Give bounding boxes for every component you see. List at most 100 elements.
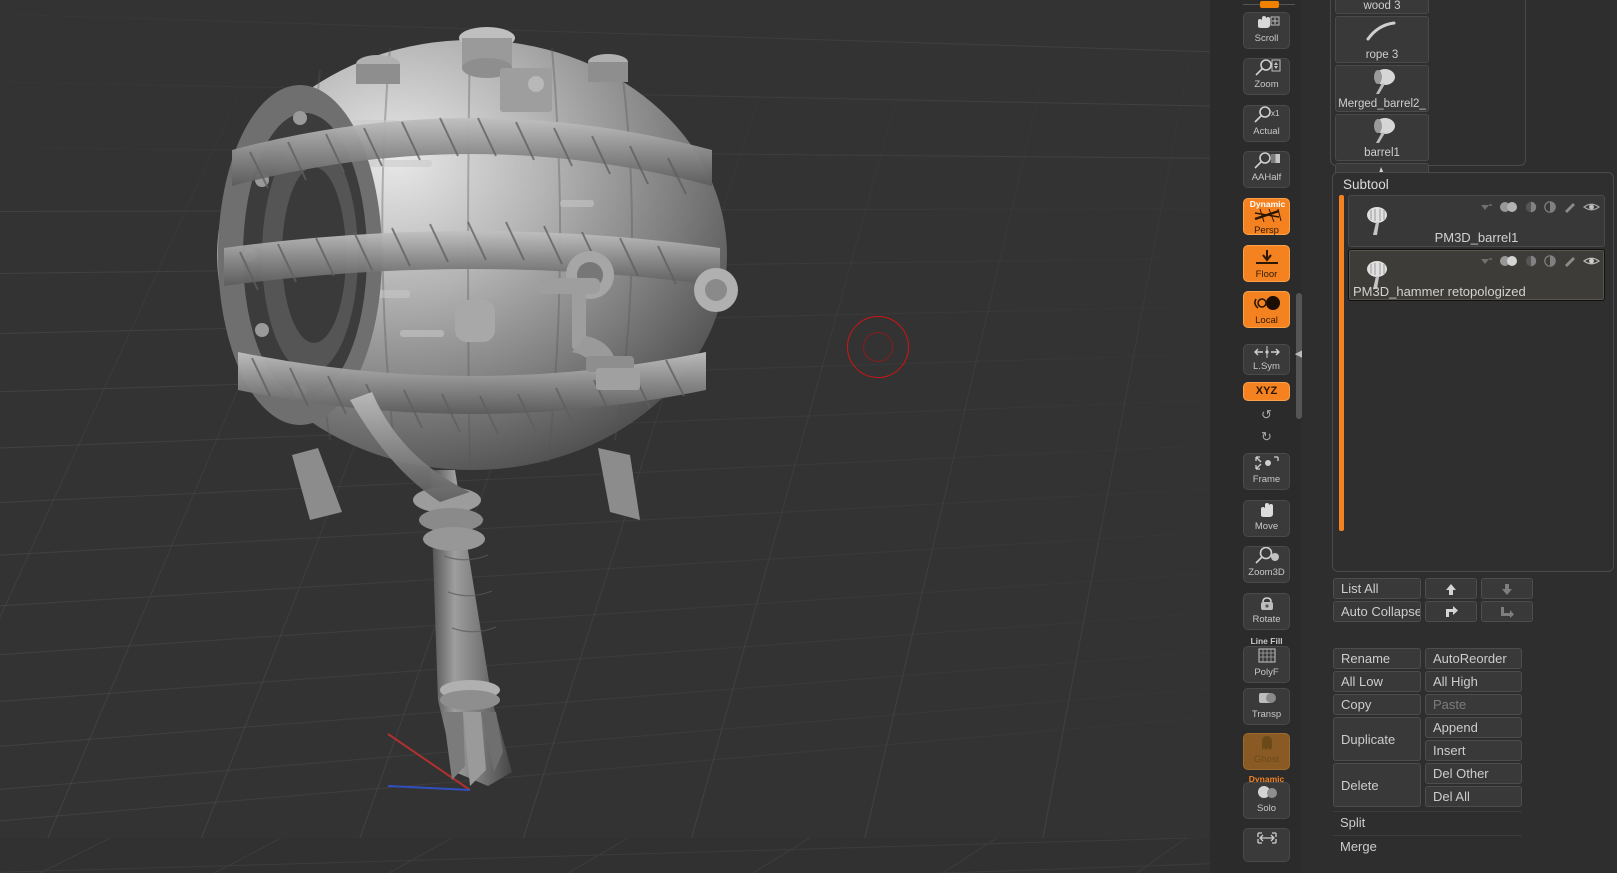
scroll-label: Scroll: [1254, 33, 1279, 44]
tool-thumb-wood-3[interactable]: wood 3: [1335, 0, 1429, 14]
del-other-button[interactable]: Del Other: [1425, 763, 1522, 784]
rail-slider-knob[interactable]: [1260, 1, 1279, 8]
subtool-list: PM3D_barrel1 PM3D_hammer retopologized: [1348, 195, 1605, 535]
zoom-button[interactable]: Zoom: [1243, 58, 1290, 95]
barrel-hammer-thumb-icon: [1336, 116, 1428, 144]
rename-button[interactable]: Rename: [1333, 648, 1421, 669]
move-button[interactable]: Move: [1243, 500, 1290, 537]
hand-move-icon: [1244, 13, 1289, 33]
contrast-icon[interactable]: [1544, 201, 1557, 213]
xyz-button[interactable]: XYZ: [1243, 382, 1290, 401]
move-in-button[interactable]: [1425, 601, 1477, 622]
subtool-row-hammer-retopologized[interactable]: PM3D_hammer retopologized: [1348, 249, 1605, 301]
aahalf-button[interactable]: AAHalf: [1243, 151, 1290, 188]
move-down-button[interactable]: [1481, 578, 1533, 599]
move-label: Move: [1254, 521, 1279, 532]
subtool-name: PM3D_hammer retopologized: [1353, 284, 1526, 299]
frame-button[interactable]: Frame: [1243, 453, 1290, 490]
eye-icon[interactable]: [1583, 201, 1600, 213]
xyz-label: XYZ: [1255, 385, 1278, 397]
shading-icon[interactable]: [1525, 201, 1538, 213]
view-tools-rail: Scroll Zoom x1 Actual AAHalf Dynamic Per…: [1240, 0, 1302, 873]
eye-icon[interactable]: [1583, 255, 1600, 267]
perspective-icon: [1244, 207, 1289, 225]
lsym-label: L.Sym: [1253, 361, 1280, 372]
rotate-label: Rotate: [1252, 614, 1281, 625]
lower-grid: [0, 838, 1210, 873]
actual-button[interactable]: x1 Actual: [1243, 105, 1290, 142]
tool-thumb-barrel1[interactable]: barrel1: [1335, 114, 1429, 161]
arrow-turn-right-icon: [1446, 606, 1458, 618]
polypaint-off-icon[interactable]: [1480, 256, 1493, 267]
split-section-button[interactable]: Split: [1333, 812, 1522, 834]
rope-thumb-icon: [1336, 18, 1428, 46]
transp-button[interactable]: Transp: [1243, 688, 1290, 725]
solo-button[interactable]: Solo: [1243, 782, 1290, 819]
right-panel: wood 3 rope 3 Merged_barrel2_ barrel1 Su…: [1302, 0, 1617, 873]
all-high-button[interactable]: All High: [1425, 671, 1522, 692]
subtool-panel: Subtool PM3D_barrel1 PM3D_hammer retopol…: [1332, 172, 1614, 572]
magnifier-3d-icon: [1244, 547, 1289, 567]
rotate-z-icon[interactable]: ↻: [1243, 426, 1290, 448]
floor-grid: [0, 0, 1210, 838]
contrast-icon[interactable]: [1544, 255, 1557, 267]
solo-label: Solo: [1256, 803, 1276, 814]
del-all-button[interactable]: Del All: [1425, 786, 1522, 807]
move-out-button[interactable]: [1481, 601, 1533, 622]
svg-text:x1: x1: [1271, 109, 1280, 118]
append-button[interactable]: Append: [1425, 717, 1522, 738]
local-pivot-icon: [1244, 295, 1289, 315]
arrow-turn-down-right-icon: [1501, 607, 1514, 619]
polyf-button[interactable]: PolyF: [1243, 646, 1290, 683]
delete-button[interactable]: Delete: [1333, 763, 1421, 807]
magnifier-updown-icon: [1244, 59, 1289, 79]
subtool-row-barrel1[interactable]: PM3D_barrel1: [1348, 195, 1605, 247]
shading-icon[interactable]: [1525, 255, 1538, 267]
scroll-button[interactable]: Scroll: [1243, 12, 1290, 49]
subtool-scrollbar[interactable]: [1339, 195, 1344, 531]
rotate-button[interactable]: Rotate: [1243, 593, 1290, 630]
tool-palette: wood 3 rope 3 Merged_barrel2_ barrel1: [1330, 0, 1526, 357]
auto-reorder-button[interactable]: AutoReorder: [1425, 648, 1522, 669]
3d-viewport[interactable]: [0, 0, 1210, 838]
subtool-name: PM3D_barrel1: [1434, 230, 1519, 245]
local-button[interactable]: Local: [1243, 291, 1290, 328]
tool-thumb-label: Merged_barrel2_: [1338, 98, 1426, 110]
visibility-dual-icon[interactable]: [1499, 201, 1519, 213]
merge-section-button[interactable]: Merge: [1333, 836, 1522, 858]
xpose-button[interactable]: [1243, 828, 1290, 862]
transparency-icon: [1244, 689, 1289, 709]
zoom3d-button[interactable]: Zoom3D: [1243, 546, 1290, 583]
floor-button[interactable]: Floor: [1243, 245, 1290, 282]
floor-grid-icon: [1244, 249, 1289, 269]
rotate-y-icon[interactable]: ↺: [1243, 404, 1290, 426]
transp-label: Transp: [1251, 709, 1282, 720]
rail-slider[interactable]: [1243, 1, 1295, 8]
insert-button[interactable]: Insert: [1425, 740, 1522, 761]
polyf-label: PolyF: [1254, 667, 1279, 678]
viewport-lower-strip: [0, 838, 1210, 873]
brush-icon[interactable]: [1563, 255, 1577, 267]
tool-thumb-merged-barrel2[interactable]: Merged_barrel2_: [1335, 65, 1429, 112]
persp-dynamic-caption: Dynamic: [1249, 199, 1286, 209]
polypaint-off-icon[interactable]: [1480, 202, 1493, 213]
tool-thumb-label: rope 3: [1365, 49, 1399, 61]
persp-button[interactable]: Dynamic Persp: [1243, 198, 1290, 236]
visibility-dual-icon[interactable]: [1499, 255, 1519, 267]
lsym-button[interactable]: L.Sym: [1243, 344, 1290, 375]
move-up-button[interactable]: [1425, 578, 1477, 599]
duplicate-button[interactable]: Duplicate: [1333, 717, 1421, 761]
list-all-button[interactable]: List All: [1333, 578, 1421, 599]
brush-icon[interactable]: [1563, 201, 1577, 213]
copy-button[interactable]: Copy: [1333, 694, 1421, 715]
all-low-button[interactable]: All Low: [1333, 671, 1421, 692]
auto-collapse-button[interactable]: Auto Collapse: [1333, 601, 1421, 622]
subtool-title: Subtool: [1343, 177, 1389, 192]
polyframe-icon: [1244, 647, 1289, 667]
ghost-button[interactable]: Ghost: [1243, 733, 1290, 770]
solo-icon: [1244, 783, 1289, 803]
paste-button[interactable]: Paste: [1425, 694, 1522, 715]
aahalf-label: AAHalf: [1251, 172, 1282, 183]
tool-thumb-rope-3[interactable]: rope 3: [1335, 16, 1429, 63]
ghost-icon: [1244, 734, 1289, 754]
